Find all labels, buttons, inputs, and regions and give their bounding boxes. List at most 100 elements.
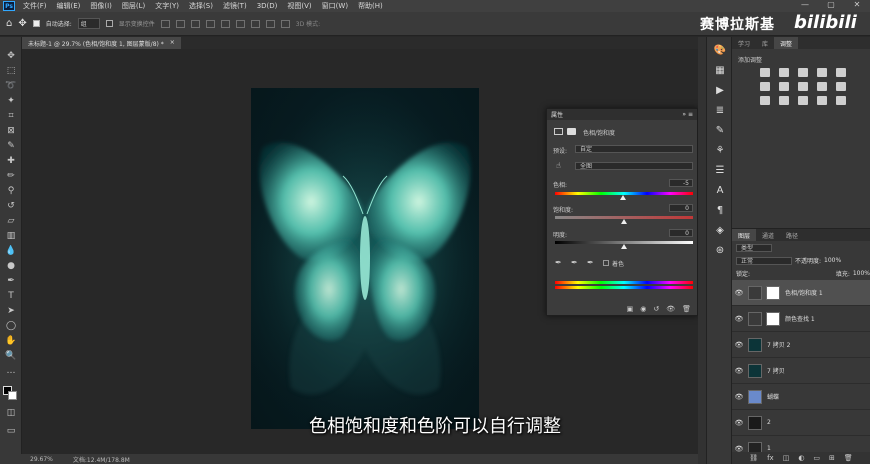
eyedropper-minus-icon[interactable]: ✒ <box>587 258 594 267</box>
menu-select[interactable]: 选择(S) <box>184 1 218 11</box>
tab-layers[interactable]: 图层 <box>732 229 757 241</box>
mask-icon[interactable] <box>567 128 576 135</box>
history-brush-icon[interactable]: ↺ <box>4 199 18 213</box>
hand-tool-icon[interactable]: ✋ <box>4 334 18 348</box>
pen-tool-icon[interactable]: ✒ <box>4 274 18 288</box>
align-center-icon[interactable] <box>175 19 185 28</box>
delete-icon[interactable]: 🗑 <box>682 305 691 313</box>
channel-dropdown[interactable]: 全图 <box>575 162 693 170</box>
menu-view[interactable]: 视图(V) <box>282 1 316 11</box>
color-balance-icon[interactable] <box>779 82 789 91</box>
auto-select-checkbox[interactable] <box>32 20 40 27</box>
menu-file[interactable]: 文件(F) <box>18 1 52 11</box>
targeted-adjust-icon[interactable]: ☝ <box>556 161 561 170</box>
layer-visibility-icon[interactable]: 👁 <box>732 315 746 323</box>
layer-name[interactable]: 7 拷贝 2 <box>767 340 790 349</box>
hue-value-field[interactable]: -5 <box>669 179 693 187</box>
healing-brush-icon[interactable]: ✚ <box>4 154 18 168</box>
frame-tool-icon[interactable]: ⊠ <box>4 124 18 138</box>
actions-play-icon[interactable]: ▶ <box>712 83 728 97</box>
preset-dropdown[interactable]: 自定 <box>575 145 693 153</box>
crop-tool-icon[interactable]: ⌗ <box>4 109 18 123</box>
minimize-button[interactable]: — <box>792 0 818 12</box>
auto-select-dropdown[interactable]: 组 <box>77 18 100 29</box>
levels-icon[interactable] <box>779 68 789 77</box>
view-previous-icon[interactable]: ◉ <box>640 305 646 313</box>
opacity-value[interactable]: 100% <box>824 257 841 264</box>
3d-icon[interactable]: ◈ <box>712 223 728 237</box>
layer-filter-dropdown[interactable]: 类型 <box>736 243 772 252</box>
new-group-icon[interactable]: ▭ <box>813 454 820 462</box>
layer-visibility-icon[interactable]: 👁 <box>732 367 746 375</box>
align-left-icon[interactable] <box>160 19 170 28</box>
tab-adjustments[interactable]: 调整 <box>774 37 799 49</box>
new-adjustment-icon[interactable]: ◐ <box>798 454 804 462</box>
character-icon[interactable]: A <box>712 183 728 197</box>
threshold-icon[interactable] <box>798 96 808 105</box>
document-tab[interactable]: 未标题-1 @ 29.7% (色相/饱和度 1, 图层蒙版/8) * × <box>22 37 181 49</box>
path-select-icon[interactable]: ➤ <box>4 304 18 318</box>
selective-color-icon[interactable] <box>836 96 846 105</box>
adjust-sliders-icon[interactable]: ☰ <box>712 163 728 177</box>
menu-filter[interactable]: 滤镜(T) <box>218 1 252 11</box>
photo-filter-icon[interactable] <box>817 82 827 91</box>
hue-saturation-icon[interactable] <box>760 82 770 91</box>
blend-mode-dropdown[interactable]: 正常 <box>736 256 792 265</box>
swatches-icon[interactable]: ▦ <box>712 63 728 77</box>
move-tool-icon[interactable]: ✥ <box>18 18 26 29</box>
tab-libraries[interactable]: 库 <box>756 37 774 49</box>
fill-value[interactable]: 100% <box>853 270 870 277</box>
curves-icon[interactable] <box>798 68 808 77</box>
new-layer-icon[interactable]: ⊞ <box>829 454 835 462</box>
clone-stamp-icon[interactable]: ⚲ <box>4 184 18 198</box>
visibility-icon[interactable]: 👁 <box>666 305 675 313</box>
layer-row[interactable]: 👁 7 拷贝 <box>732 358 870 384</box>
layer-row[interactable]: 👁 颜色查找 1 <box>732 306 870 332</box>
layer-visibility-icon[interactable]: 👁 <box>732 419 746 427</box>
add-mask-icon[interactable]: ◫ <box>783 454 790 462</box>
menu-layer[interactable]: 图层(L) <box>117 1 150 11</box>
layer-visibility-icon[interactable]: 👁 <box>732 341 746 349</box>
layer-name[interactable]: 1 <box>767 445 771 452</box>
lasso-tool-icon[interactable]: ➰ <box>4 79 18 93</box>
saturation-value-field[interactable]: 0 <box>669 204 693 212</box>
marquee-tool-icon[interactable]: ⬚ <box>4 64 18 78</box>
glyphs-icon[interactable]: ⊛ <box>712 243 728 257</box>
layer-name[interactable]: 7 拷贝 <box>767 366 785 375</box>
butterfly-artwork[interactable] <box>251 88 479 429</box>
maximize-button[interactable]: ▢ <box>818 0 844 12</box>
eyedropper-plus-icon[interactable]: ✒ <box>571 258 578 267</box>
magic-wand-icon[interactable]: ✦ <box>4 94 18 108</box>
gradient-map-icon[interactable] <box>817 96 827 105</box>
align-right-icon[interactable] <box>190 19 200 28</box>
menu-type[interactable]: 文字(Y) <box>150 1 184 11</box>
layer-name[interactable]: 2 <box>767 419 771 426</box>
layer-visibility-icon[interactable]: 👁 <box>732 393 746 401</box>
panel-menu-icon[interactable]: » ≡ <box>682 111 693 118</box>
layer-mask-thumbnail[interactable] <box>766 285 780 300</box>
show-transform-checkbox[interactable] <box>105 20 113 27</box>
blur-tool-icon[interactable]: 💧 <box>4 244 18 258</box>
zoom-level[interactable]: 29.67% <box>30 456 53 463</box>
clone-source-icon[interactable]: ⚘ <box>712 143 728 157</box>
invert-icon[interactable] <box>760 96 770 105</box>
lightness-slider-handle[interactable] <box>621 244 627 249</box>
brush-settings-icon[interactable]: ✎ <box>712 123 728 137</box>
more-tools-icon[interactable]: … <box>4 364 18 378</box>
layer-row[interactable]: 👁 2 <box>732 410 870 436</box>
background-color-swatch[interactable] <box>8 391 17 400</box>
layer-mask-thumbnail[interactable] <box>766 311 780 326</box>
vibrance-icon[interactable] <box>836 68 846 77</box>
brush-tool-icon[interactable]: ✏ <box>4 169 18 183</box>
menu-help[interactable]: 帮助(H) <box>353 1 388 11</box>
menu-edit[interactable]: 编辑(E) <box>52 1 86 11</box>
layer-name[interactable]: 蝴蝶 <box>767 392 779 401</box>
posterize-icon[interactable] <box>779 96 789 105</box>
menu-image[interactable]: 图像(I) <box>85 1 117 11</box>
layer-name[interactable]: 颜色查找 1 <box>785 314 815 323</box>
color-icon[interactable]: 🎨 <box>712 43 728 57</box>
align-bottom-icon[interactable] <box>235 19 245 28</box>
delete-layer-icon[interactable]: 🗑 <box>844 454 853 462</box>
tab-learn[interactable]: 学习 <box>732 37 756 49</box>
channel-mixer-icon[interactable] <box>836 82 846 91</box>
